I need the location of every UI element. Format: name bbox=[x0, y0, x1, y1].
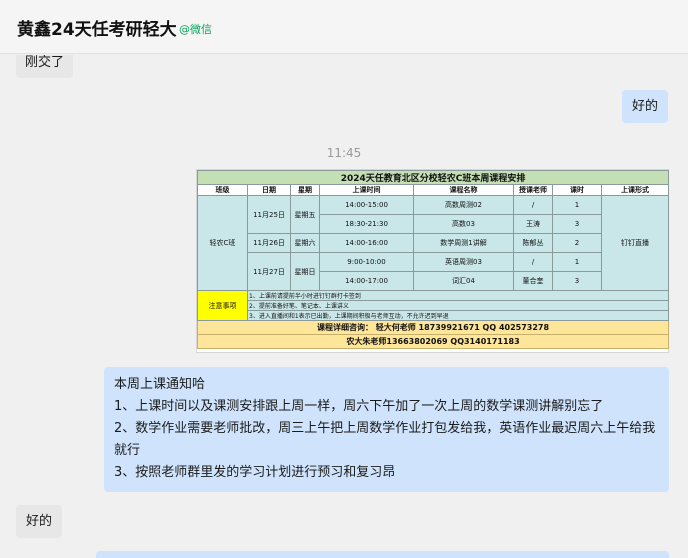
time-cell: 14:00-16:00 bbox=[319, 233, 414, 253]
col-header: 授课老师 bbox=[513, 184, 553, 196]
contact-line: 课程详细咨询： 轻大何老师 18739921671 QQ 402573278 bbox=[196, 320, 670, 335]
weekday-cell: 星期五 bbox=[290, 195, 320, 234]
course-cell: 数学周测1讲解 bbox=[413, 233, 514, 253]
time-cell: 9:00-10:00 bbox=[319, 252, 414, 272]
table-row: 11月26日 星期六 14:00-16:00 数学周测1讲解 陈郁丛 2 bbox=[198, 233, 669, 253]
note-line: 2、提前准备好笔、笔记本、上课讲义 bbox=[246, 300, 670, 311]
message-bubble-received[interactable]: 好的 bbox=[16, 505, 63, 538]
col-header: 日期 bbox=[247, 184, 291, 196]
message-line: 1、上课时间以及课测安排跟上周一样，周六下午加了一次上周的数学课测讲解别忘了 bbox=[114, 399, 604, 414]
message-line: 本周上课通知哈 bbox=[114, 377, 206, 392]
course-cell: 高数03 bbox=[413, 214, 514, 234]
message-bubble-sent[interactable]: 好的 bbox=[621, 90, 668, 123]
teacher-cell: 陈郁丛 bbox=[513, 233, 553, 253]
col-header: 班级 bbox=[197, 184, 248, 196]
table-row: 2、提前准备好笔、笔记本、上课讲义 bbox=[198, 300, 670, 311]
message-text: 好的 bbox=[631, 99, 658, 114]
schedule-table: 2024天任教育北区分校轻农C班本周课程安排 班级 日期 星期 上课时间 课程名… bbox=[196, 170, 670, 349]
chat-header: 黄鑫24天任考研轻大 @微信 bbox=[0, 0, 688, 54]
message-bubble-sent-partial[interactable] bbox=[96, 551, 669, 558]
message-text: 刚交了 bbox=[25, 55, 65, 70]
date-cell: 11月27日 bbox=[247, 252, 291, 291]
teacher-cell: 董合奎 bbox=[513, 271, 553, 291]
time-cell: 18:30-21:30 bbox=[319, 214, 414, 234]
class-cell: 轻农C班 bbox=[197, 195, 248, 291]
teacher-cell: / bbox=[513, 252, 553, 272]
mode-cell: 钉钉直播 bbox=[600, 195, 670, 291]
note-line: 1、上课前请提前半小时进钉钉群打卡签到 bbox=[246, 290, 670, 301]
hours-cell: 1 bbox=[552, 252, 602, 272]
image-message-schedule[interactable]: 2024天任教育北区分校轻农C班本周课程安排 班级 日期 星期 上课时间 课程名… bbox=[196, 169, 670, 353]
col-header: 课时 bbox=[552, 184, 602, 196]
col-header: 上课形式 bbox=[600, 184, 670, 196]
col-header: 星期 bbox=[290, 184, 320, 196]
table-row: 11月27日 星期日 9:00-10:00 英语周测03 / 1 bbox=[198, 252, 669, 291]
message-timestamp: 11:45 bbox=[326, 146, 362, 160]
date-cell: 11月25日 bbox=[247, 195, 291, 234]
course-cell: 词汇04 bbox=[413, 271, 514, 291]
message-bubble-sent[interactable]: 本周上课通知哈 1、上课时间以及课测安排跟上周一样，周六下午加了一次上周的数学课… bbox=[104, 367, 669, 492]
hours-cell: 3 bbox=[552, 214, 602, 234]
message-line: 2、数学作业需要老师批改，周三上午把上周数学作业打包发给我，英语作业最迟周六上午… bbox=[114, 421, 656, 458]
message-text: 好的 bbox=[26, 514, 53, 529]
message-bubble-received[interactable]: 刚交了 bbox=[16, 55, 74, 78]
time-cell: 14:00-15:00 bbox=[319, 195, 414, 215]
course-cell: 高数周测02 bbox=[413, 195, 514, 215]
contact-source-label: @微信 bbox=[179, 23, 212, 36]
col-header: 课程名称 bbox=[413, 184, 514, 196]
schedule-title: 2024天任教育北区分校轻农C班本周课程安排 bbox=[196, 170, 670, 185]
col-header: 上课时间 bbox=[319, 184, 414, 196]
time-cell: 14:00-17:00 bbox=[319, 271, 414, 291]
date-cell: 11月26日 bbox=[247, 233, 291, 253]
table-row: 3、进入直播间和1表示已出勤，上课期间积极与老师互动，不允许迟到早退 bbox=[198, 310, 670, 321]
note-line: 3、进入直播间和1表示已出勤，上课期间积极与老师互动，不允许迟到早退 bbox=[246, 310, 670, 321]
teacher-cell: 王涛 bbox=[513, 214, 553, 234]
course-cell: 英语周测03 bbox=[413, 252, 514, 272]
message-list[interactable]: 刚交了 好的 11:45 2024天任教育北区分校轻农C班本周课程安排 班级 日… bbox=[0, 55, 688, 558]
contact-line: 农大朱老师13663802069 QQ3140171183 bbox=[196, 334, 670, 349]
notes-label: 注意事项 bbox=[197, 290, 248, 321]
weekday-cell: 星期日 bbox=[290, 252, 320, 291]
hours-cell: 2 bbox=[552, 233, 602, 253]
chat-title[interactable]: 黄鑫24天任考研轻大 bbox=[17, 15, 177, 40]
hours-cell: 3 bbox=[552, 271, 602, 291]
weekday-cell: 星期六 bbox=[290, 233, 320, 253]
table-row: 注意事项 1、上课前请提前半小时进钉钉群打卡签到 bbox=[197, 290, 670, 321]
teacher-cell: / bbox=[513, 195, 553, 215]
message-line: 3、按照老师群里发的学习计划进行预习和复习昂 bbox=[114, 465, 396, 480]
table-row: 轻农C班 11月25日 星期五 14:00-15:00 高数周测02 / 1 钉… bbox=[197, 195, 670, 291]
hours-cell: 1 bbox=[552, 195, 602, 215]
